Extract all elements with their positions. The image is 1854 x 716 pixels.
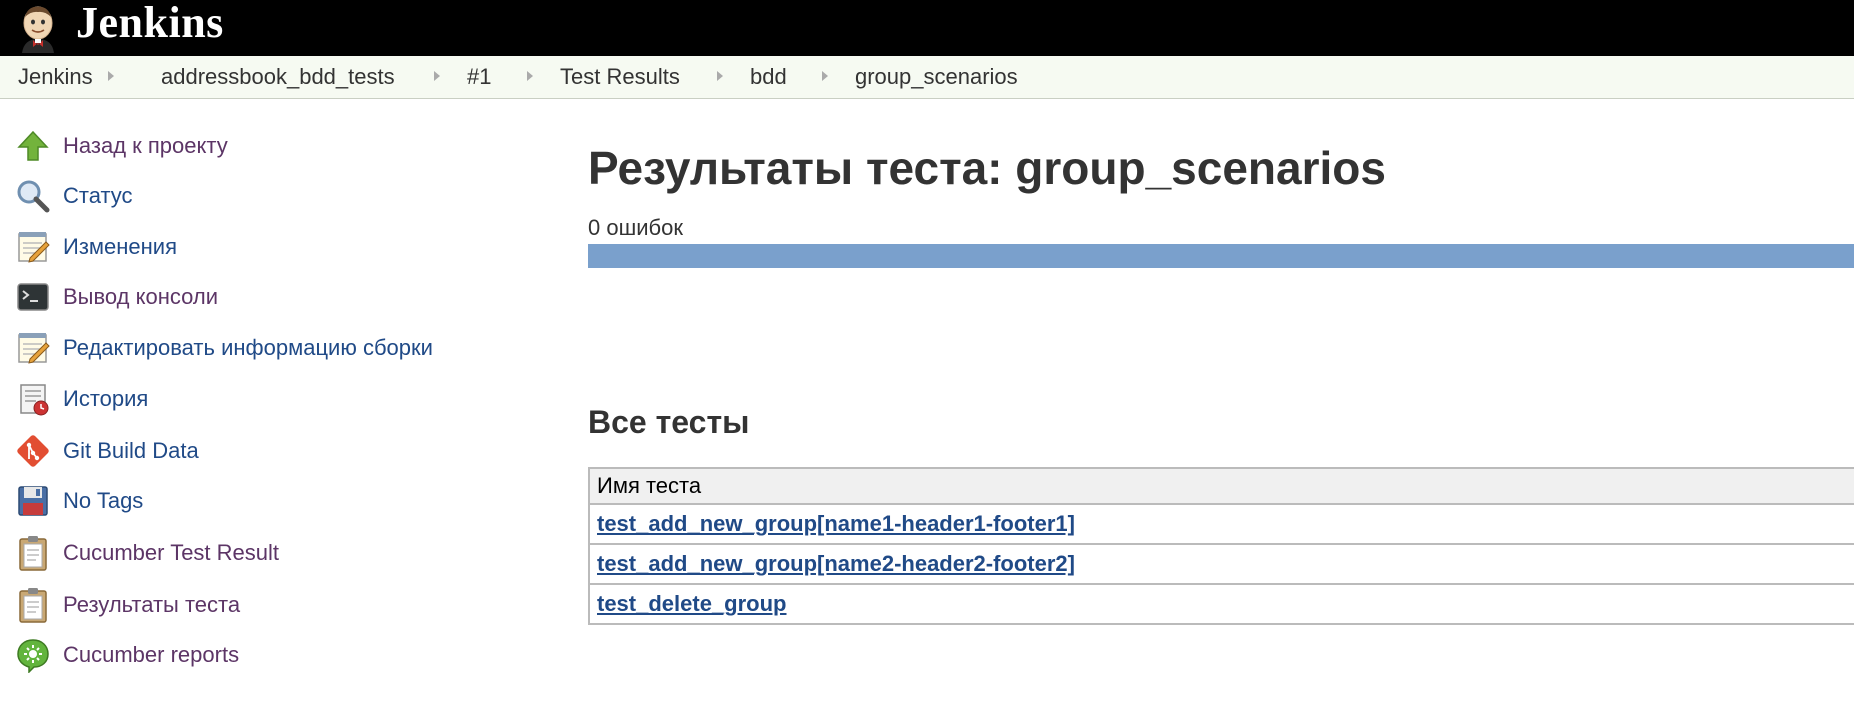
- table-cell: test_delete_group: [588, 583, 1854, 625]
- table-row: test_add_new_group[name1-header1-footer1…: [588, 503, 1854, 545]
- task-test-results[interactable]: Результаты теста: [14, 584, 514, 626]
- floppy-disk-icon: [14, 482, 52, 520]
- test-link[interactable]: test_delete_group: [597, 591, 787, 616]
- terminal-icon: [14, 278, 52, 316]
- side-panel-tasks: Назад к проекту Статус Изменения Вывод к…: [0, 98, 520, 698]
- breadcrumb-item-build[interactable]: #1: [467, 56, 491, 98]
- breadcrumb-item-package[interactable]: bdd: [750, 56, 787, 98]
- breadcrumb-separator-icon[interactable]: [717, 71, 723, 81]
- test-link[interactable]: test_add_new_group[name1-header1-footer1…: [597, 511, 1075, 536]
- task-label[interactable]: Cucumber reports: [63, 642, 239, 668]
- breadcrumb: Jenkins addressbook_bdd_tests #1 Test Re…: [0, 56, 1854, 99]
- task-git-build-data[interactable]: Git Build Data: [14, 430, 514, 472]
- task-console-output[interactable]: Вывод консоли: [14, 276, 514, 318]
- task-label[interactable]: История: [63, 386, 148, 412]
- breadcrumb-item-class[interactable]: group_scenarios: [855, 56, 1018, 98]
- clipboard-icon: [14, 534, 52, 572]
- git-icon: [14, 432, 52, 470]
- task-changes[interactable]: Изменения: [14, 226, 514, 268]
- test-result-bar-pass: [588, 244, 1854, 268]
- table-cell: test_add_new_group[name1-header1-footer1…: [588, 503, 1854, 545]
- breadcrumb-separator-icon[interactable]: [108, 71, 114, 81]
- page-header: Jenkins: [0, 0, 1854, 56]
- task-status[interactable]: Статус: [14, 175, 514, 217]
- up-arrow-icon: [14, 127, 52, 165]
- breadcrumb-separator-icon[interactable]: [527, 71, 533, 81]
- task-back-to-project[interactable]: Назад к проекту: [14, 125, 514, 167]
- jenkins-butler-icon: [14, 3, 62, 53]
- task-cucumber-reports[interactable]: Cucumber reports: [14, 634, 514, 676]
- breadcrumb-item-jenkins[interactable]: Jenkins: [18, 56, 93, 98]
- task-edit-build-info[interactable]: Редактировать информацию сборки: [14, 327, 514, 369]
- breadcrumb-item-test-results[interactable]: Test Results: [560, 56, 680, 98]
- task-label[interactable]: Cucumber Test Result: [63, 540, 279, 566]
- page-title: Результаты теста: group_scenarios: [588, 142, 1386, 194]
- task-history[interactable]: История: [14, 378, 514, 420]
- table-row: test_delete_group: [588, 583, 1854, 625]
- task-label[interactable]: Редактировать информацию сборки: [63, 335, 433, 361]
- clipboard-icon: [14, 586, 52, 624]
- column-header-test-name[interactable]: Имя теста: [588, 467, 1854, 505]
- task-label[interactable]: Git Build Data: [63, 438, 199, 464]
- task-label[interactable]: Назад к проекту: [63, 133, 228, 159]
- all-tests-heading: Все тесты: [588, 404, 750, 440]
- cucumber-icon: [14, 636, 52, 674]
- fail-count-text: 0 ошибок: [588, 215, 683, 240]
- jenkins-logo[interactable]: [14, 0, 62, 56]
- breadcrumb-item-project[interactable]: addressbook_bdd_tests: [161, 56, 395, 98]
- breadcrumb-separator-icon[interactable]: [434, 71, 440, 81]
- tests-table: Имя теста test_add_new_group[name1-heade…: [588, 467, 1854, 625]
- table-row: test_add_new_group[name2-header2-footer2…: [588, 543, 1854, 585]
- table-cell: test_add_new_group[name2-header2-footer2…: [588, 543, 1854, 585]
- task-label[interactable]: Изменения: [63, 234, 177, 260]
- breadcrumb-separator-icon[interactable]: [822, 71, 828, 81]
- task-label[interactable]: No Tags: [63, 488, 143, 514]
- notepad-icon: [14, 329, 52, 367]
- task-cucumber-test-result[interactable]: Cucumber Test Result: [14, 532, 514, 574]
- test-result-bar: [588, 244, 1854, 268]
- task-label[interactable]: Статус: [63, 183, 133, 209]
- task-label[interactable]: Результаты теста: [63, 592, 240, 618]
- task-label[interactable]: Вывод консоли: [63, 284, 218, 310]
- jenkins-logo-text[interactable]: Jenkins: [76, 0, 224, 46]
- notepad-icon: [14, 228, 52, 266]
- history-icon: [14, 380, 52, 418]
- table-header-row: Имя теста: [588, 467, 1854, 505]
- magnifier-icon: [14, 177, 52, 215]
- test-link[interactable]: test_add_new_group[name2-header2-footer2…: [597, 551, 1075, 576]
- task-no-tags[interactable]: No Tags: [14, 480, 514, 522]
